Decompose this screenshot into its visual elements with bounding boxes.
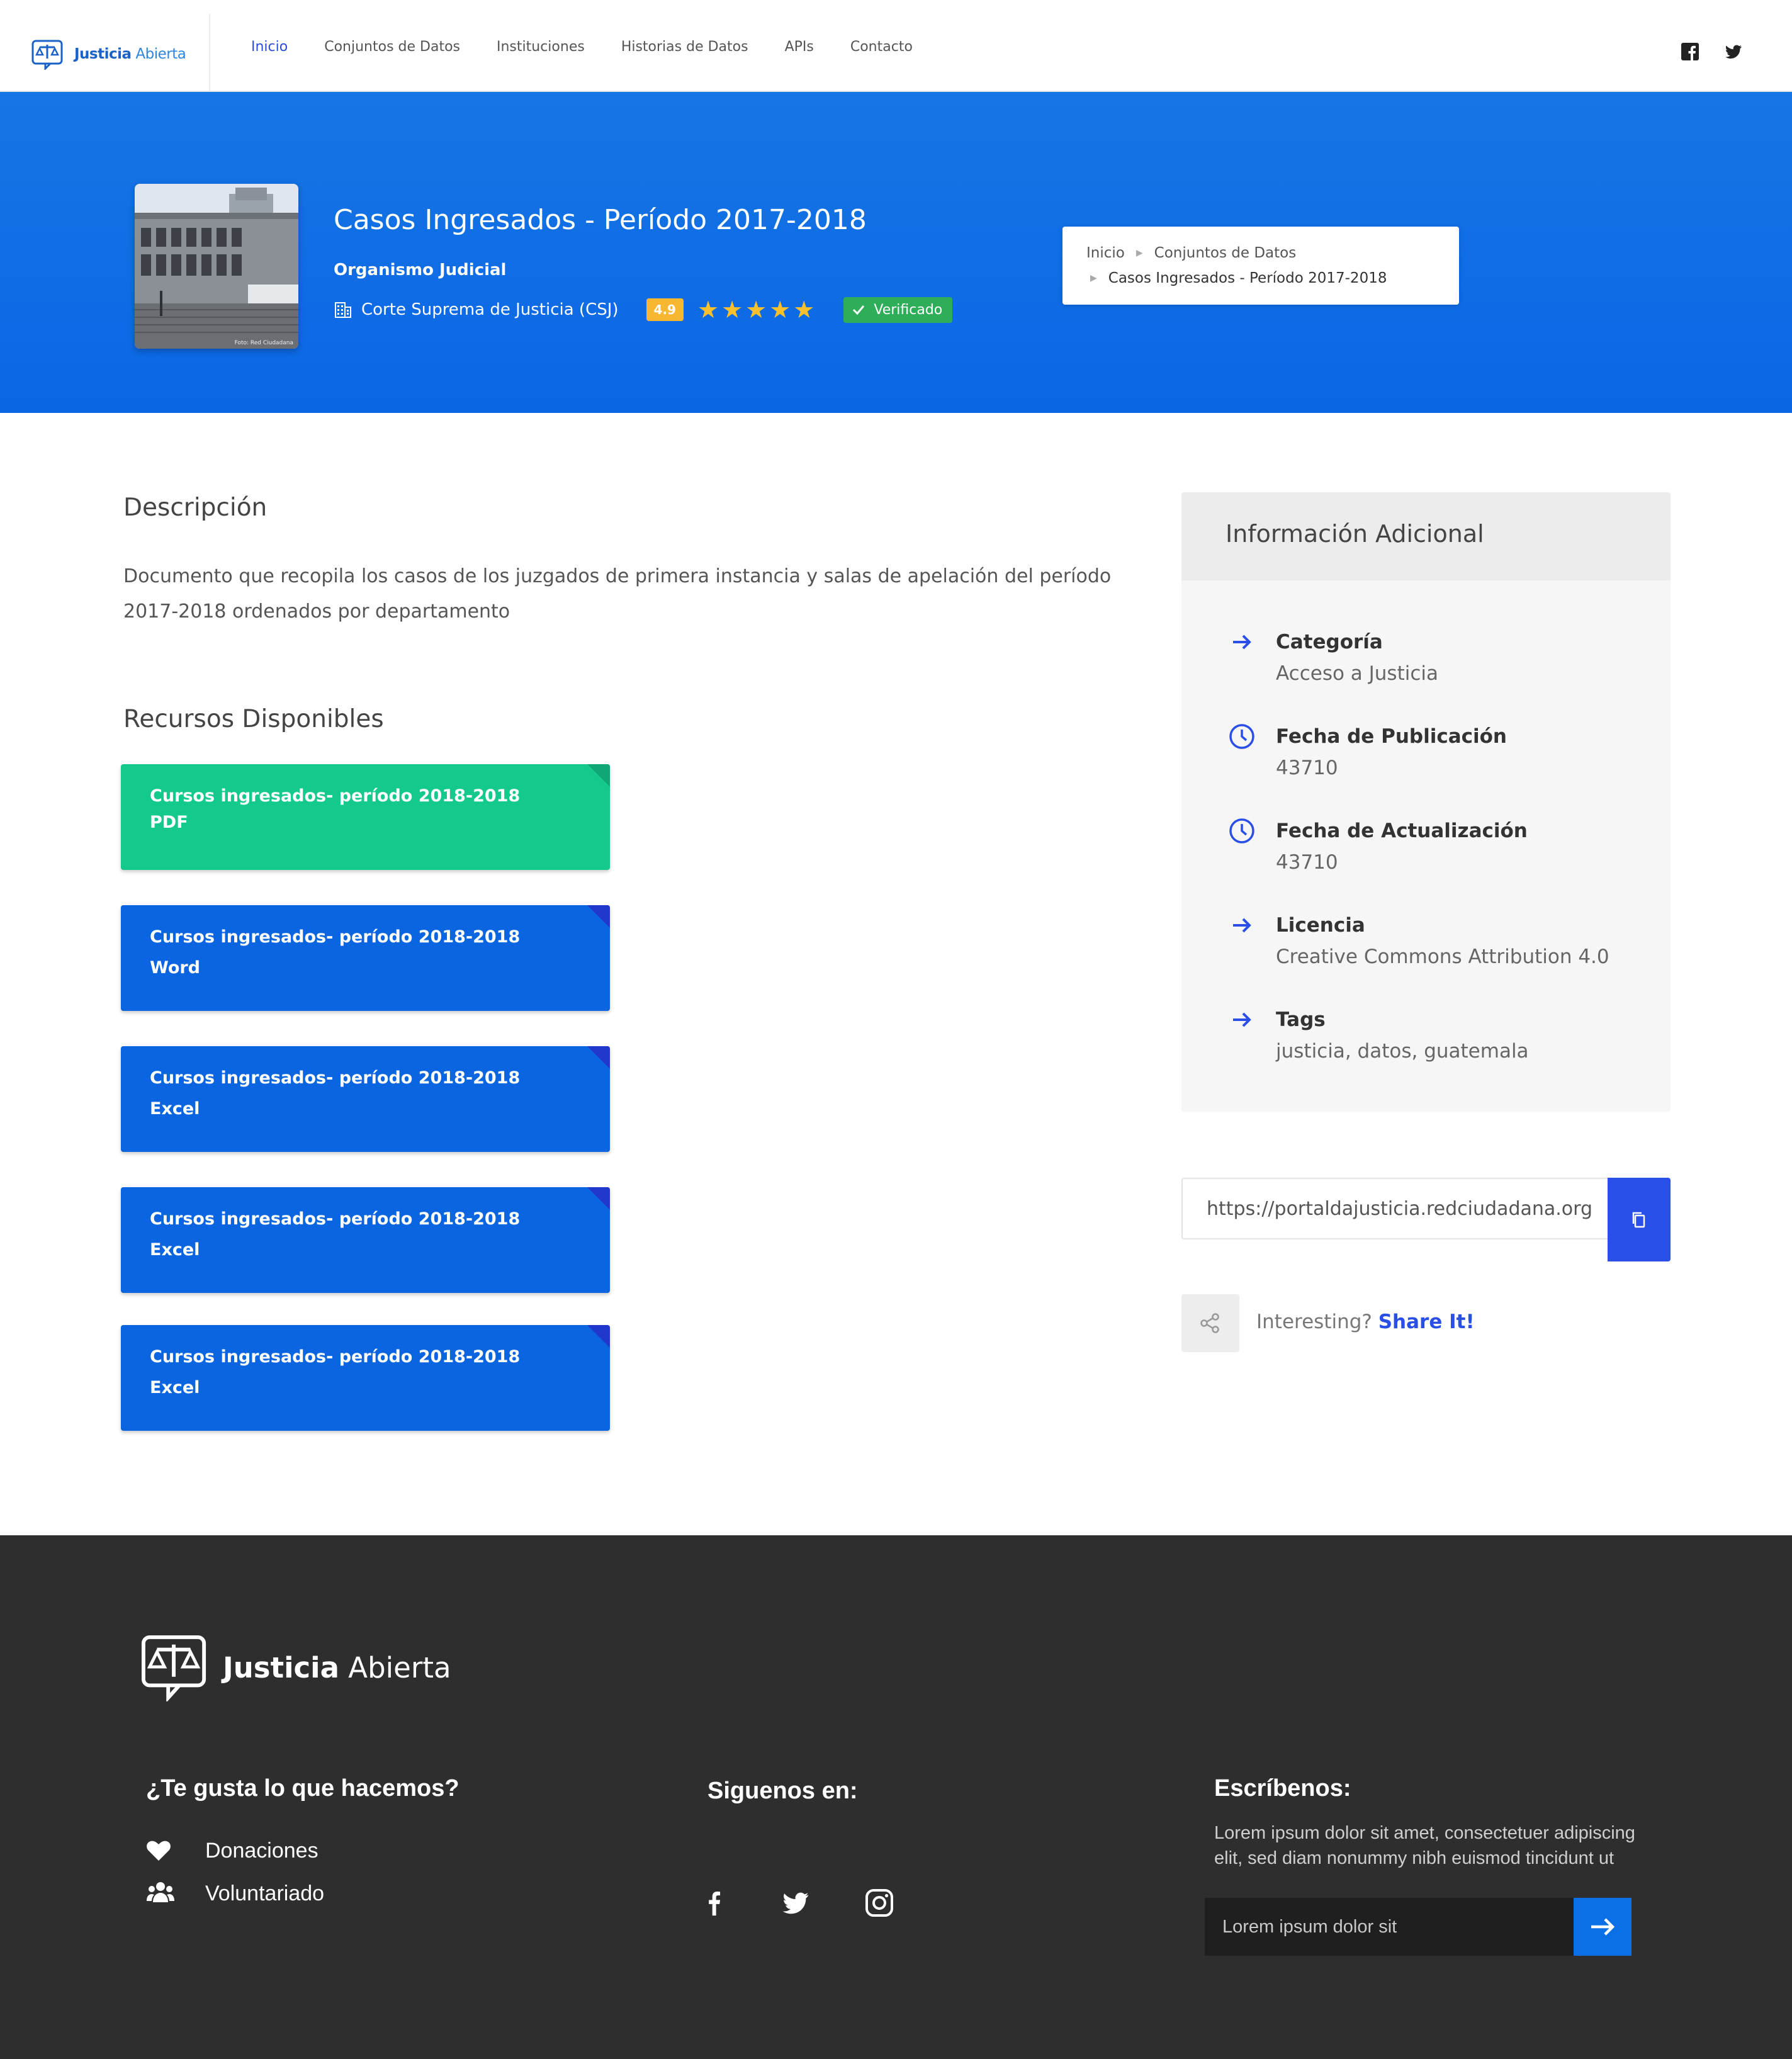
star-icon: ★ [745, 296, 767, 324]
institution[interactable]: Corte Suprema de Justicia (CSJ) [334, 300, 619, 319]
footer-col-follow-title: Siguenos en: [707, 1778, 858, 1804]
info-item-licencia: Licencia Creative Commons Attribution 4.… [1227, 910, 1609, 973]
building-icon [335, 302, 351, 318]
resource-title: Cursos ingresados- período 2018-2018 [150, 927, 521, 947]
resource-card-excel[interactable]: Cursos ingresados- período 2018-2018 Exc… [121, 1187, 610, 1293]
star-icon: ★ [697, 296, 719, 324]
nav-divider [209, 14, 210, 91]
resources-title: Recursos Disponibles [123, 705, 384, 733]
top-navbar: Justicia Abierta Inicio Conjuntos de Dat… [0, 0, 1792, 92]
facebook-icon[interactable] [695, 1884, 733, 1922]
nav-link-inicio[interactable]: Inicio [251, 39, 288, 55]
copy-icon [1632, 1212, 1645, 1227]
clock-icon [1229, 724, 1254, 749]
nav-link-conjuntos[interactable]: Conjuntos de Datos [324, 39, 460, 55]
photo-caption: Foto: Red Ciudadana [234, 340, 293, 346]
star-icon: ★ [793, 296, 815, 324]
brand-name: Justicia Abierta [74, 46, 186, 62]
nav-link-contacto[interactable]: Contacto [850, 39, 913, 55]
share-prompt: Interesting? Share It! [1256, 1311, 1475, 1333]
description-title: Descripción [123, 494, 268, 522]
resource-format: Excel [150, 1378, 200, 1397]
check-icon [853, 305, 865, 315]
footer-col-support-title: ¿Te gusta lo que hacemos? [146, 1775, 459, 1802]
breadcrumb-item-current: Casos Ingresados - Período 2017-2018 [1108, 270, 1387, 286]
nav-link-instituciones[interactable]: Instituciones [497, 39, 585, 55]
resource-format: PDF [150, 813, 188, 832]
resource-format: Excel [150, 1240, 200, 1260]
info-item-fecha-publicacion: Fecha de Publicación 43710 [1227, 721, 1507, 784]
info-item-tags: Tags justicia, datos, guatemala [1227, 1005, 1529, 1068]
arrow-right-icon [1233, 1012, 1251, 1027]
share-button[interactable] [1181, 1294, 1239, 1352]
breadcrumb-item-conjuntos[interactable]: Conjuntos de Datos [1154, 245, 1297, 261]
facebook-icon[interactable] [1681, 43, 1699, 60]
footer-brand-logo[interactable]: Justicia Abierta [141, 1633, 451, 1701]
rating-badge: 4.9 [646, 298, 684, 321]
main-menu: Inicio Conjuntos de Datos Instituciones … [251, 39, 949, 55]
resource-title: Cursos ingresados- período 2018-2018 [150, 1209, 521, 1229]
institution-name: Corte Suprema de Justicia (CSJ) [361, 300, 619, 319]
breadcrumb: Inicio ▶ Conjuntos de Datos ▶ Casos Ingr… [1062, 227, 1459, 305]
users-icon [146, 1881, 175, 1906]
resource-card-word[interactable]: Cursos ingresados- período 2018-2018 Wor… [121, 905, 610, 1011]
resource-title: Cursos ingresados- período 2018-2018 [150, 786, 521, 806]
breadcrumb-row: Inicio ▶ Conjuntos de Datos [1086, 240, 1435, 266]
share-link[interactable]: Share It! [1378, 1311, 1475, 1333]
arrow-right-icon [1233, 635, 1251, 650]
verified-badge: Verificado [843, 296, 953, 323]
info-item-categoria: Categoría Acceso a Justicia [1227, 627, 1438, 690]
organization-name[interactable]: Organismo Judicial [334, 261, 506, 279]
arrow-right-icon [1233, 918, 1251, 933]
dataset-meta: Corte Suprema de Justicia (CSJ) 4.9 ★ ★ … [334, 296, 953, 324]
additional-info-panel: Información Adicional Categoría Acceso a… [1181, 492, 1671, 1112]
resource-title: Cursos ingresados- período 2018-2018 [150, 1347, 521, 1367]
twitter-icon[interactable] [1724, 43, 1742, 60]
copy-url-button[interactable] [1608, 1178, 1671, 1261]
clock-icon [1229, 818, 1254, 843]
star-icon: ★ [769, 296, 791, 324]
scales-logo-icon [141, 1635, 206, 1701]
footer-contact-text: Lorem ipsum dolor sit amet, consectetuer… [1214, 1823, 1635, 1868]
footer-link-voluntariado[interactable]: Voluntariado [146, 1881, 324, 1906]
footer-message-input[interactable]: Lorem ipsum dolor sit [1205, 1898, 1574, 1956]
footer-brand-name: Justicia Abierta [223, 1650, 451, 1684]
footer-col-contact-title: Escríbenos: [1214, 1775, 1351, 1802]
additional-info-title: Información Adicional [1181, 492, 1671, 580]
footer-send-button[interactable] [1574, 1898, 1631, 1956]
info-item-fecha-actualizacion: Fecha de Actualización 43710 [1227, 816, 1528, 879]
share-icon [1200, 1313, 1219, 1333]
chevron-right-icon: ▶ [1090, 273, 1097, 283]
dataset-url-field[interactable]: https://portaldajusticia.redciudadana.or… [1181, 1178, 1609, 1239]
brand-logo[interactable]: Justicia Abierta [31, 35, 186, 73]
dataset-photo: Foto: Red Ciudadana [135, 184, 298, 349]
scales-logo-icon [31, 40, 63, 70]
star-rating: ★ ★ ★ ★ ★ [697, 298, 814, 322]
nav-link-historias[interactable]: Historias de Datos [621, 39, 748, 55]
star-icon: ★ [721, 296, 743, 324]
header-social-links [1681, 43, 1742, 60]
resource-card-pdf[interactable]: Cursos ingresados- período 2018-2018 PDF [121, 764, 610, 870]
resource-card-excel[interactable]: Cursos ingresados- período 2018-2018 Exc… [121, 1325, 610, 1431]
instagram-icon[interactable] [860, 1884, 898, 1922]
description-text: Documento que recopila los casos de los … [123, 565, 1112, 623]
footer-link-donaciones[interactable]: Donaciones [146, 1838, 318, 1863]
heart-icon [146, 1838, 175, 1863]
nav-link-apis[interactable]: APIs [785, 39, 814, 55]
resource-format: Word [150, 958, 201, 978]
breadcrumb-item-inicio[interactable]: Inicio [1086, 245, 1125, 261]
resource-card-excel[interactable]: Cursos ingresados- período 2018-2018 Exc… [121, 1046, 610, 1152]
chevron-right-icon: ▶ [1135, 248, 1143, 258]
breadcrumb-row: ▶ Casos Ingresados - Período 2017-2018 [1086, 266, 1435, 291]
resource-format: Excel [150, 1099, 200, 1119]
dataset-hero: Foto: Red Ciudadana Casos Ingresados - P… [0, 92, 1792, 413]
arrow-right-icon [1591, 1918, 1615, 1936]
twitter-icon[interactable] [777, 1884, 814, 1922]
resource-title: Cursos ingresados- período 2018-2018 [150, 1068, 521, 1088]
page-title: Casos Ingresados - Período 2017-2018 [334, 204, 867, 236]
